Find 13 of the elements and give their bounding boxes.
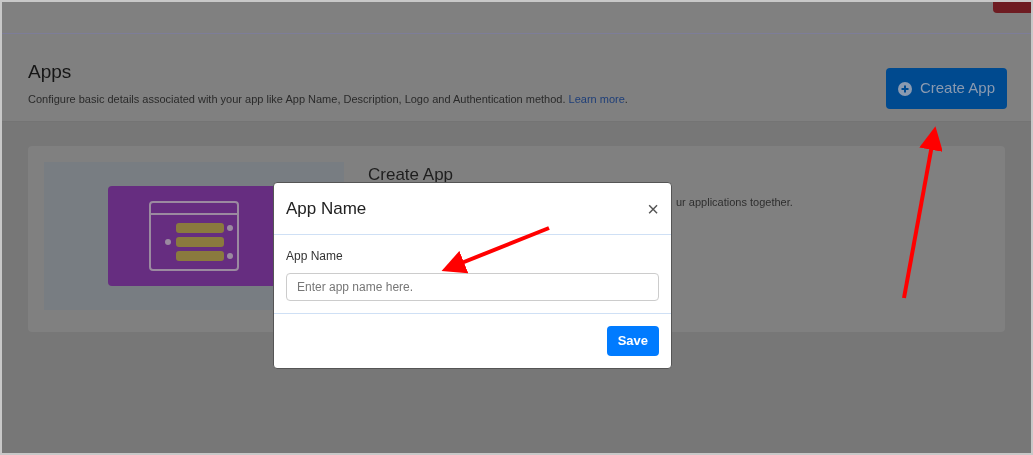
card-title: Create App [368, 164, 455, 186]
card-description: ur applications together. [676, 194, 793, 210]
field-label: App Name [286, 248, 344, 265]
learn-more-link[interactable]: Learn more [568, 92, 625, 105]
create-app-button[interactable]: Create App [885, 68, 1007, 109]
page-description: Configure basic details associated with your app like App Name, Description, Logo and Authentication method. Learn more. [28, 91, 628, 107]
app-name-input[interactable]: Enter app name here. [286, 273, 659, 301]
page-title: Apps [28, 61, 73, 81]
dialog-title: App Name [286, 197, 367, 220]
save-button[interactable]: Save [606, 326, 659, 356]
notification-badge[interactable] [993, 2, 1031, 13]
plus-circle-icon [897, 81, 912, 96]
close-button[interactable]: × [647, 198, 659, 219]
